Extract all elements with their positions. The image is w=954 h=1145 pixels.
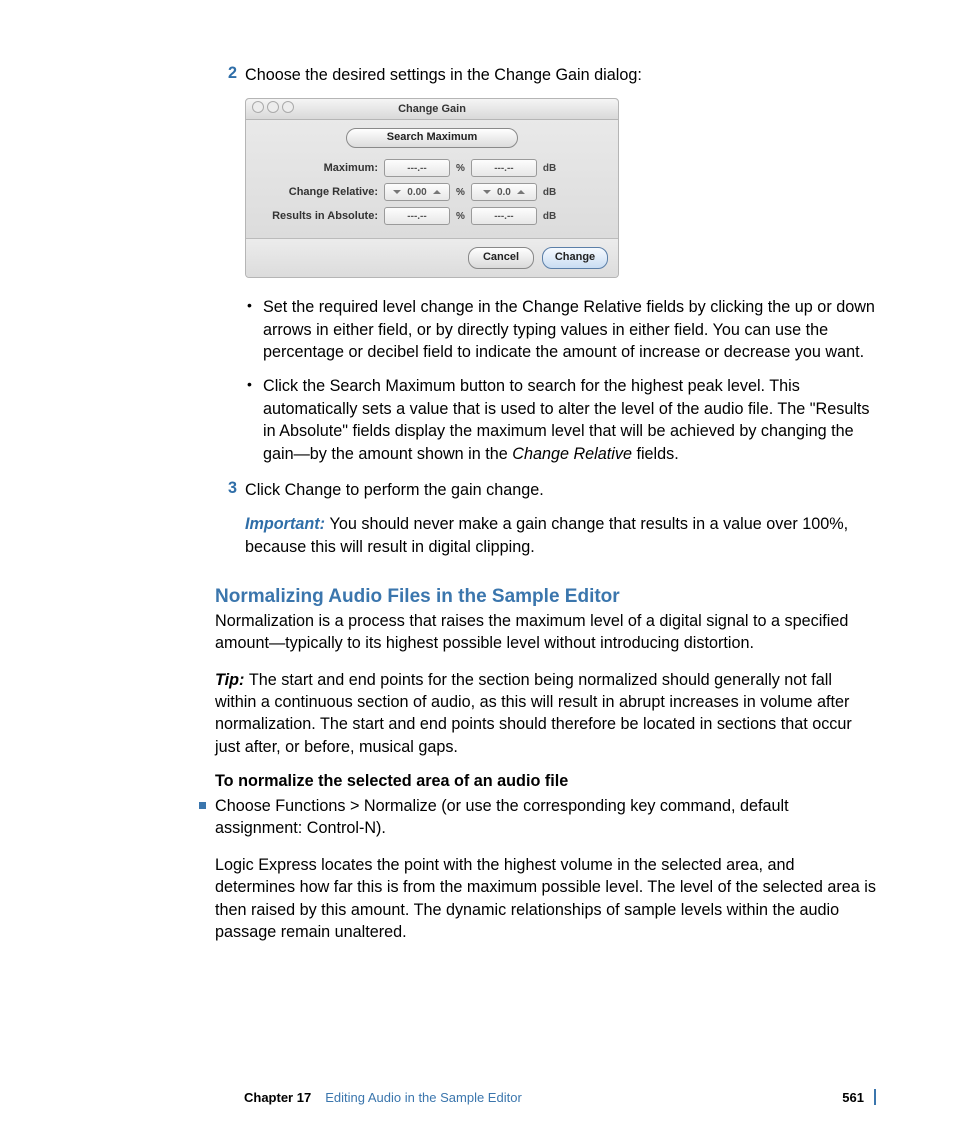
procedure-heading: To normalize the selected area of an aud…	[215, 772, 876, 791]
step-3-text: Click Change to perform the gain change.	[245, 481, 544, 499]
close-icon	[252, 101, 264, 113]
maximum-percent-field: ---.--	[384, 159, 450, 177]
change-button: Change	[542, 247, 608, 269]
procedure-bullet: Choose Functions > Normalize (or use the…	[199, 795, 876, 840]
sub-bullet-2: Click the Search Maximum button to searc…	[245, 375, 876, 464]
row-maximum: Maximum: ---.-- % ---.-- dB	[258, 156, 606, 180]
search-maximum-button: Search Maximum	[346, 128, 518, 148]
label-change-relative: Change Relative:	[258, 186, 384, 198]
stepper-up-icon	[517, 190, 525, 194]
absolute-db-field: ---.--	[471, 207, 537, 225]
absolute-percent-field: ---.--	[384, 207, 450, 225]
footer-page-number: 561	[842, 1090, 864, 1105]
relative-db-field: 0.0	[471, 183, 537, 201]
row-results-absolute: Results in Absolute: ---.-- % ---.-- dB	[258, 204, 606, 228]
unit-db: dB	[543, 187, 556, 198]
important-note: Important: You should never make a gain …	[215, 513, 876, 558]
unit-percent: %	[456, 163, 465, 174]
unit-percent: %	[456, 211, 465, 222]
zoom-icon	[282, 101, 294, 113]
label-maximum: Maximum:	[258, 162, 384, 174]
tip-paragraph: Tip: The start and end points for the se…	[215, 669, 876, 758]
footer-chapter-number: Chapter 17	[244, 1090, 311, 1105]
cancel-button: Cancel	[468, 247, 534, 269]
normalization-result-paragraph: Logic Express locates the point with the…	[215, 854, 876, 943]
maximum-db-field: ---.--	[471, 159, 537, 177]
unit-db: dB	[543, 211, 556, 222]
normalization-intro-paragraph: Normalization is a process that raises t…	[215, 610, 876, 655]
step-number-3: 3	[215, 479, 237, 498]
dialog-titlebar: Change Gain	[246, 99, 618, 120]
section-heading-normalizing: Normalizing Audio Files in the Sample Ed…	[215, 586, 876, 608]
step-2-text: Choose the desired settings in the Chang…	[245, 66, 642, 84]
step-2: 2 Choose the desired settings in the Cha…	[215, 64, 876, 86]
page-footer: Chapter 17 Editing Audio in the Sample E…	[0, 1089, 954, 1105]
important-label: Important:	[245, 515, 330, 533]
sub-bullet-1: Set the required level change in the Cha…	[245, 296, 876, 363]
tip-text: The start and end points for the section…	[215, 671, 852, 756]
dialog-title: Change Gain	[398, 103, 466, 115]
footer-accent-bar	[874, 1089, 876, 1105]
change-gain-dialog-screenshot: Change Gain Search Maximum Maximum: ---.…	[245, 98, 619, 278]
step-3: 3 Click Change to perform the gain chang…	[215, 479, 876, 501]
row-change-relative: Change Relative: 0.00 % 0.0 dB	[258, 180, 606, 204]
footer-chapter-title: Editing Audio in the Sample Editor	[325, 1090, 522, 1105]
unit-percent: %	[456, 187, 465, 198]
unit-db: dB	[543, 163, 556, 174]
window-traffic-lights	[252, 101, 294, 113]
label-results-absolute: Results in Absolute:	[258, 210, 384, 222]
minimize-icon	[267, 101, 279, 113]
step-number-2: 2	[215, 64, 237, 83]
tip-label: Tip:	[215, 671, 249, 689]
stepper-down-icon	[483, 190, 491, 194]
relative-percent-field: 0.00	[384, 183, 450, 201]
stepper-up-icon	[433, 190, 441, 194]
important-text: You should never make a gain change that…	[245, 515, 848, 555]
stepper-down-icon	[393, 190, 401, 194]
